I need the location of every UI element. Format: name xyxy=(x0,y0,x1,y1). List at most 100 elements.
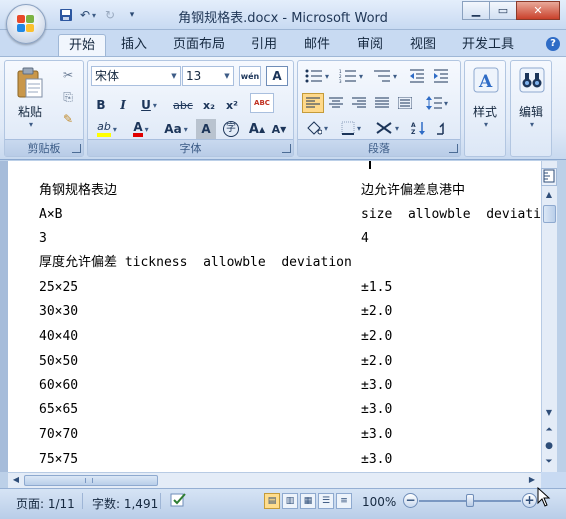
view-ruler-button[interactable] xyxy=(541,168,557,186)
phonetic-guide-button[interactable]: wén xyxy=(239,66,261,86)
phonetic-guide-icon: wén xyxy=(240,71,260,81)
help-icon[interactable]: ? xyxy=(546,37,560,51)
strikethrough-button[interactable]: abc xyxy=(170,95,196,115)
font-size-combo[interactable]: 13 ▼ xyxy=(182,66,234,86)
tab-insert[interactable]: 插入 xyxy=(111,34,157,56)
svg-text:A: A xyxy=(478,72,493,92)
proofing-status-icon[interactable] xyxy=(170,492,188,511)
change-case-button[interactable]: Aa ▾ xyxy=(160,119,192,139)
tab-review[interactable]: 审阅 xyxy=(347,34,393,56)
numbering-button[interactable]: 1 2 3 ▾ xyxy=(336,66,366,86)
select-browse-object-icon[interactable]: ● xyxy=(542,439,556,453)
decrease-indent-icon xyxy=(410,69,424,83)
next-page-icon[interactable]: ⏷ xyxy=(542,455,556,469)
scroll-left-icon[interactable]: ◀ xyxy=(9,473,23,487)
editing-group[interactable]: 编辑 ▾ xyxy=(510,60,552,157)
paste-button[interactable]: 粘贴 ▾ xyxy=(11,65,49,137)
italic-button[interactable]: I xyxy=(113,95,133,115)
zoom-slider-thumb[interactable] xyxy=(466,494,474,507)
office-button[interactable] xyxy=(6,4,46,44)
page-count[interactable]: 页面: 1/11 xyxy=(16,495,75,512)
shrink-font-button[interactable]: A ▼ xyxy=(268,119,290,139)
show-marks-button[interactable] xyxy=(432,118,454,138)
align-left-button[interactable] xyxy=(302,93,324,113)
minimize-button[interactable]: ▁ xyxy=(462,1,490,20)
character-border-button[interactable]: A xyxy=(266,66,288,86)
character-shading-button[interactable]: A xyxy=(196,119,216,139)
grow-font-button[interactable]: A ▲ xyxy=(246,119,268,139)
outline-view-icon[interactable]: ☰ xyxy=(318,493,334,509)
font-size-dropdown-icon: ▼ xyxy=(224,72,230,80)
zoom-out-button[interactable]: − xyxy=(403,493,418,508)
title-bar: ↶ ▾ ↻ ▾ 角钢规格表.docx - Microsoft Word ▁ ▭ ✕ xyxy=(0,0,566,30)
font-color-button[interactable]: A ▾ xyxy=(126,119,156,139)
document-page[interactable]: 角钢规格表边 边允许偏差息港中 A×B size allowble deviation… xyxy=(8,161,541,472)
font-name-dropdown-icon: ▼ xyxy=(171,72,177,80)
cut-button[interactable]: ✂ xyxy=(57,65,79,85)
copy-button[interactable]: ⎘ xyxy=(57,87,79,107)
increase-indent-button[interactable] xyxy=(430,66,452,86)
minimize-icon: ▁ xyxy=(471,4,481,17)
distribute-button[interactable] xyxy=(394,93,416,113)
line-spacing-button[interactable]: ▾ xyxy=(422,93,452,113)
tab-references[interactable]: 引用 xyxy=(241,34,287,56)
bold-button[interactable]: B xyxy=(91,95,111,115)
shading-button[interactable]: ▾ xyxy=(302,118,332,138)
table-cell-left: 角钢规格表边 xyxy=(39,183,118,198)
asian-layout-icon xyxy=(376,122,392,134)
format-painter-button[interactable]: ✎ xyxy=(57,109,79,129)
zoom-in-button[interactable]: + xyxy=(522,493,537,508)
borders-button[interactable]: ▾ xyxy=(336,118,366,138)
draft-view-icon[interactable]: ≡ xyxy=(336,493,352,509)
align-right-button[interactable] xyxy=(348,93,370,113)
subscript-button[interactable]: x₂ xyxy=(198,95,220,115)
paragraph-launcher-icon[interactable] xyxy=(449,144,458,153)
horizontal-scroll-thumb[interactable] xyxy=(24,475,158,486)
zoom-level[interactable]: 100% xyxy=(362,495,396,509)
vertical-scroll-thumb[interactable] xyxy=(543,205,556,223)
enclose-characters-button[interactable]: 字 xyxy=(220,119,242,139)
svg-text:3: 3 xyxy=(339,79,342,83)
borders-icon xyxy=(341,121,355,135)
asian-layout-button[interactable]: ▾ xyxy=(372,118,402,138)
table-cell-right: size allowble deviation xyxy=(361,207,541,222)
scroll-down-icon[interactable]: ▼ xyxy=(542,406,556,420)
tab-view[interactable]: 视图 xyxy=(400,34,446,56)
maximize-button[interactable]: ▭ xyxy=(489,1,517,20)
font-color-icon: A xyxy=(133,121,143,137)
font-launcher-icon[interactable] xyxy=(282,144,291,153)
tab-mailings[interactable]: 邮件 xyxy=(294,34,340,56)
word-count[interactable]: 字数: 1,491 xyxy=(92,495,158,512)
print-layout-view-icon[interactable]: ▤ xyxy=(264,493,280,509)
clear-formatting-button[interactable]: ABC xyxy=(250,93,274,113)
change-case-icon: Aa xyxy=(164,122,182,136)
styles-dropdown-icon: ▾ xyxy=(484,120,489,129)
scroll-up-icon[interactable]: ▲ xyxy=(542,188,556,202)
clipboard-launcher-icon[interactable] xyxy=(72,144,81,153)
binoculars-icon xyxy=(519,67,545,93)
highlight-button[interactable]: ab ▾ xyxy=(91,119,123,139)
tab-home[interactable]: 开始 xyxy=(58,34,107,56)
bullets-button[interactable]: ▾ xyxy=(302,66,332,86)
justify-button[interactable] xyxy=(371,93,393,113)
justify-icon xyxy=(375,97,389,108)
font-name-combo[interactable]: 宋体 ▼ xyxy=(91,66,181,86)
previous-page-icon[interactable]: ⏶ xyxy=(542,423,556,437)
styles-group[interactable]: A 样式 ▾ xyxy=(464,60,506,157)
highlight-icon: ab xyxy=(97,121,111,137)
superscript-button[interactable]: x² xyxy=(221,95,243,115)
tab-page-layout[interactable]: 页面布局 xyxy=(163,34,235,56)
tab-developer[interactable]: 开发工具 xyxy=(452,34,524,56)
close-button[interactable]: ✕ xyxy=(516,1,560,20)
underline-button[interactable]: U ▾ xyxy=(136,95,162,115)
multilevel-list-button[interactable]: ▾ xyxy=(370,66,400,86)
editing-dropdown-icon: ▾ xyxy=(530,120,535,129)
scroll-right-icon[interactable]: ▶ xyxy=(525,473,539,487)
web-layout-view-icon[interactable]: ▦ xyxy=(300,493,316,509)
table-cell-right: ±1.5 xyxy=(361,280,393,295)
full-screen-reading-view-icon[interactable]: ▥ xyxy=(282,493,298,509)
table-cell-right: ±3.0 xyxy=(361,427,393,442)
align-center-button[interactable] xyxy=(325,93,347,113)
sort-button[interactable]: AZ xyxy=(408,118,430,138)
decrease-indent-button[interactable] xyxy=(406,66,428,86)
